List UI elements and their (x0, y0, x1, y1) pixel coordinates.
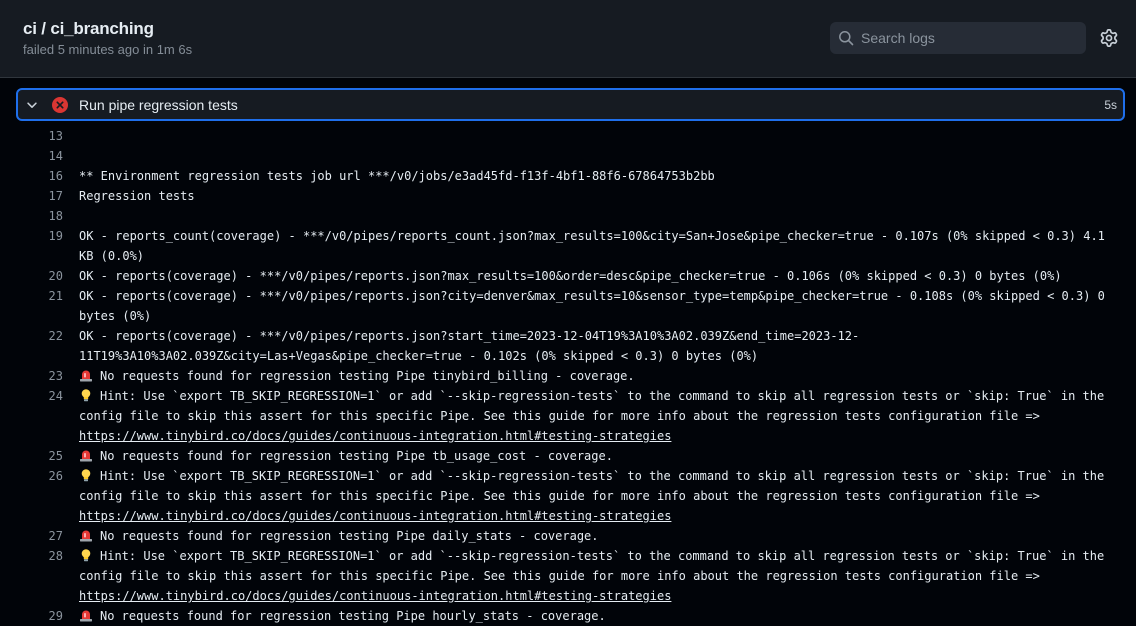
log-message: No requests found for regression testing… (100, 449, 613, 463)
log-line: 26 Hint: Use `export TB_SKIP_REGRESSION=1… (0, 466, 1136, 526)
line-number[interactable]: 24 (0, 386, 63, 446)
log-line: 17 Regression tests (0, 186, 1136, 206)
log-line: 25 No requests found for regression testi… (0, 446, 1136, 466)
log-text: No requests found for regression testing… (79, 526, 1109, 546)
docs-link[interactable]: https://www.tinybird.co/docs/guides/cont… (79, 589, 671, 603)
job-title: ci / ci_branching (23, 19, 154, 38)
siren-icon (80, 370, 92, 382)
log-line: 29 No requests found for regression testi… (0, 606, 1136, 626)
log-line: 13 (0, 126, 1136, 146)
failure-icon (52, 97, 68, 113)
log-text: OK - reports(coverage) - ***/v0/pipes/re… (79, 286, 1109, 326)
log-message: OK - reports(coverage) - ***/v0/pipes/re… (79, 289, 1113, 323)
log-line: 22 OK - reports(coverage) - ***/v0/pipes/… (0, 326, 1136, 366)
log-line: 19 OK - reports_count(coverage) - ***/v0/… (0, 226, 1136, 266)
docs-link[interactable]: https://www.tinybird.co/docs/guides/cont… (79, 509, 671, 523)
line-number[interactable]: 19 (0, 226, 63, 266)
siren-icon (80, 530, 92, 542)
lightbulb-icon (81, 549, 91, 562)
log-message: Hint: Use `export TB_SKIP_REGRESSION=1` … (79, 389, 1112, 423)
log-text: No requests found for regression testing… (79, 366, 1109, 386)
step-duration: 5s (1104, 98, 1117, 112)
job-status-text: failed 5 minutes ago in 1m 6s (23, 42, 193, 57)
log-text: No requests found for regression testing… (79, 606, 1109, 626)
log-text: No requests found for regression testing… (79, 446, 1109, 466)
line-number[interactable]: 22 (0, 326, 63, 366)
log-message: OK - reports_count(coverage) - ***/v0/pi… (79, 229, 1113, 263)
log-message: Hint: Use `export TB_SKIP_REGRESSION=1` … (79, 549, 1112, 583)
chevron-down-icon[interactable] (25, 98, 39, 112)
log-message: Hint: Use `export TB_SKIP_REGRESSION=1` … (79, 469, 1112, 503)
line-number[interactable]: 29 (0, 606, 63, 626)
log-line: 14 (0, 146, 1136, 166)
line-number[interactable]: 21 (0, 286, 63, 326)
log-message: No requests found for regression testing… (100, 369, 635, 383)
log-output: 13 14 16 ** Environment regression tests … (0, 126, 1136, 626)
log-message: No requests found for regression testing… (100, 529, 599, 543)
log-message: ** Environment regression tests job url … (79, 169, 715, 183)
log-text: ** Environment regression tests job url … (79, 166, 1109, 186)
line-number[interactable]: 28 (0, 546, 63, 606)
line-number[interactable]: 27 (0, 526, 63, 546)
job-header: ci / ci_branching failed 5 minutes ago i… (0, 0, 1136, 78)
log-text: OK - reports(coverage) - ***/v0/pipes/re… (79, 266, 1109, 286)
line-number[interactable]: 14 (0, 146, 63, 166)
siren-icon (80, 450, 92, 462)
line-number[interactable]: 23 (0, 366, 63, 386)
log-text: Regression tests (79, 186, 1109, 206)
log-text: Hint: Use `export TB_SKIP_REGRESSION=1` … (79, 386, 1109, 446)
log-line: 20 OK - reports(coverage) - ***/v0/pipes/… (0, 266, 1136, 286)
log-message: OK - reports(coverage) - ***/v0/pipes/re… (79, 329, 860, 363)
log-text: OK - reports(coverage) - ***/v0/pipes/re… (79, 326, 1109, 366)
log-line: 24 Hint: Use `export TB_SKIP_REGRESSION=1… (0, 386, 1136, 446)
log-text: Hint: Use `export TB_SKIP_REGRESSION=1` … (79, 466, 1109, 526)
gear-icon[interactable] (1100, 29, 1118, 47)
line-number[interactable]: 17 (0, 186, 63, 206)
log-line: 16 ** Environment regression tests job ur… (0, 166, 1136, 186)
line-number[interactable]: 18 (0, 206, 63, 226)
log-line: 27 No requests found for regression testi… (0, 526, 1136, 546)
log-line: 28 Hint: Use `export TB_SKIP_REGRESSION=1… (0, 546, 1136, 606)
log-line: 23 No requests found for regression testi… (0, 366, 1136, 386)
line-number[interactable]: 25 (0, 446, 63, 466)
log-text: OK - reports_count(coverage) - ***/v0/pi… (79, 226, 1109, 266)
log-line: 21 OK - reports(coverage) - ***/v0/pipes/… (0, 286, 1136, 326)
log-line: 18 (0, 206, 1136, 226)
line-number[interactable]: 16 (0, 166, 63, 186)
line-number[interactable]: 20 (0, 266, 63, 286)
log-text: Hint: Use `export TB_SKIP_REGRESSION=1` … (79, 546, 1109, 606)
search-input[interactable] (861, 22, 1076, 54)
step-header[interactable]: Run pipe regression tests 5s (16, 88, 1125, 121)
docs-link[interactable]: https://www.tinybird.co/docs/guides/cont… (79, 429, 671, 443)
line-number[interactable]: 26 (0, 466, 63, 526)
lightbulb-icon (81, 469, 91, 482)
search-box[interactable] (830, 22, 1086, 54)
step-title: Run pipe regression tests (79, 97, 238, 113)
siren-icon (80, 610, 92, 622)
log-message: No requests found for regression testing… (100, 609, 606, 623)
log-message: OK - reports(coverage) - ***/v0/pipes/re… (79, 269, 1062, 283)
log-message: Regression tests (79, 189, 195, 203)
lightbulb-icon (81, 389, 91, 402)
line-number[interactable]: 13 (0, 126, 63, 146)
search-icon (839, 31, 854, 46)
